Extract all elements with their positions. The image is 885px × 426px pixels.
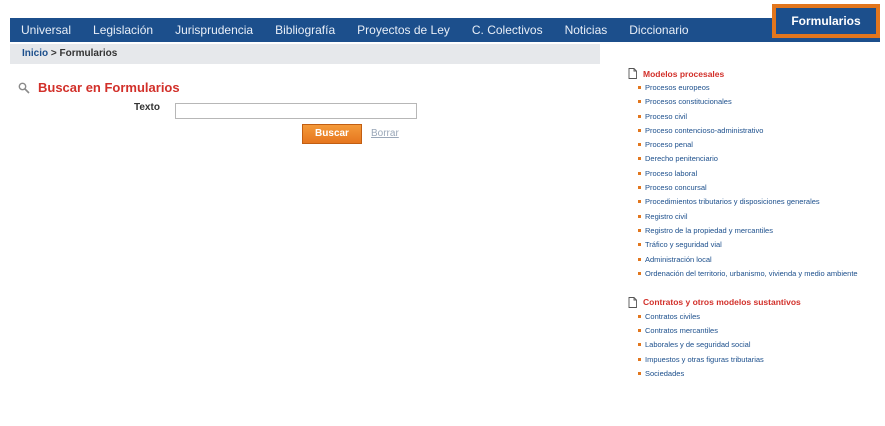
breadcrumb-separator: > — [50, 48, 57, 59]
section-title: Modelos procesales — [643, 68, 725, 79]
breadcrumb-home-link[interactable]: Inicio — [10, 48, 48, 59]
list-item[interactable]: Contratos civiles — [638, 312, 878, 322]
main-nav-bar: Universal Legislación Jurisprudencia Bib… — [10, 4, 880, 42]
nav-item-jurisprudencia[interactable]: Jurisprudencia — [164, 18, 264, 42]
list-item[interactable]: Impuestos y otras figuras tributarias — [638, 355, 878, 365]
list-item[interactable]: Contratos mercantiles — [638, 326, 878, 336]
list-item[interactable]: Proceso penal — [638, 140, 878, 150]
list-item[interactable]: Administración local — [638, 255, 878, 265]
text-search-input[interactable] — [175, 103, 417, 119]
nav-item-c-colectivos[interactable]: C. Colectivos — [461, 18, 554, 42]
search-title-text: Buscar en Formularios — [38, 80, 180, 95]
list-item[interactable]: Tráfico y seguridad vial — [638, 240, 878, 250]
clear-button[interactable]: Borrar — [371, 128, 399, 139]
list-item[interactable]: Sociedades — [638, 369, 878, 379]
section-header: Modelos procesales — [628, 68, 878, 79]
nav-item-proyectos-de-ley[interactable]: Proyectos de Ley — [346, 18, 461, 42]
nav-item-noticias[interactable]: Noticias — [554, 18, 619, 42]
list-item[interactable]: Proceso civil — [638, 112, 878, 122]
list-item[interactable]: Procedimientos tributarios y disposicion… — [638, 197, 878, 207]
top-navigation: Universal Legislación Jurisprudencia Bib… — [0, 0, 885, 44]
nav-item-diccionario[interactable]: Diccionario — [618, 18, 699, 42]
list-item[interactable]: Procesos europeos — [638, 83, 878, 93]
section-contratos: Contratos y otros modelos sustantivos Co… — [628, 296, 878, 379]
list-item[interactable]: Proceso concursal — [638, 183, 878, 193]
magnifier-icon — [18, 82, 30, 94]
list-item[interactable]: Laborales y de seguridad social — [638, 340, 878, 350]
search-button[interactable]: Buscar — [302, 124, 362, 144]
nav-item-legislacion[interactable]: Legislación — [82, 18, 164, 42]
list-item[interactable]: Proceso laboral — [638, 169, 878, 179]
nav-item-bibliografia[interactable]: Bibliografía — [264, 18, 346, 42]
list-item[interactable]: Ordenación del territorio, urbanismo, vi… — [638, 269, 878, 279]
breadcrumb-current: Formularios — [59, 48, 118, 59]
section-header: Contratos y otros modelos sustantivos — [628, 296, 878, 308]
list-item[interactable]: Registro civil — [638, 212, 878, 222]
breadcrumb: Inicio > Formularios — [10, 44, 600, 64]
link-list: Contratos civiles Contratos mercantiles … — [628, 312, 878, 379]
nav-item-universal[interactable]: Universal — [10, 18, 82, 42]
list-item[interactable]: Procesos constitucionales — [638, 97, 878, 107]
forms-categories-panel: Modelos procesales Procesos europeos Pro… — [628, 68, 878, 383]
list-item[interactable]: Derecho penitenciario — [638, 154, 878, 164]
section-title: Contratos y otros modelos sustantivos — [643, 297, 801, 308]
list-item[interactable]: Registro de la propiedad y mercantiles — [638, 226, 878, 236]
list-item[interactable]: Proceso contencioso-administrativo — [638, 126, 878, 136]
nav-item-formularios-active[interactable]: Formularios — [772, 4, 880, 38]
search-section-title: Buscar en Formularios — [18, 80, 180, 95]
document-icon — [628, 296, 637, 308]
document-icon — [628, 68, 637, 79]
text-field-label: Texto — [134, 102, 160, 113]
section-modelos-procesales: Modelos procesales Procesos europeos Pro… — [628, 68, 878, 279]
link-list: Procesos europeos Procesos constituciona… — [628, 83, 878, 279]
